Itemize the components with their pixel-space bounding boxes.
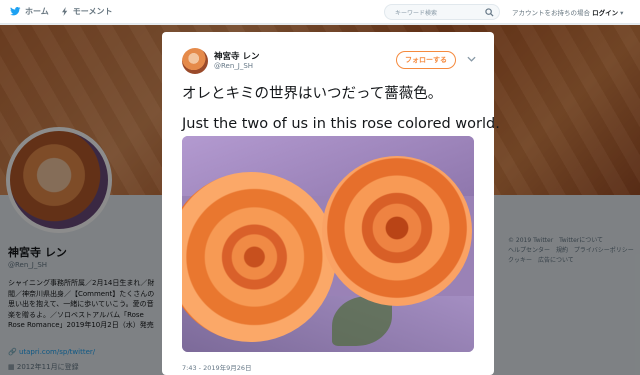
top-nav: ホーム モーメント キーワード検索 アカウントをお持ちの場合 ログイン ▾	[0, 0, 640, 24]
nav-moments-label: モーメント	[72, 7, 113, 16]
caret-down-icon[interactable]: ▾	[620, 9, 623, 17]
chevron-down-icon[interactable]	[467, 56, 476, 62]
bird-icon	[10, 7, 21, 16]
tweet-author-handle[interactable]: @Ren_J_SH	[214, 62, 253, 70]
tweet-text-english: Just the two of us in this rose colored …	[182, 116, 500, 132]
lightning-icon	[61, 7, 68, 16]
tweet-modal: 神宮寺 レン @Ren_J_SH フォローする オレとキミの世界はいつだって薔薇…	[162, 32, 500, 375]
login-area: アカウントをお持ちの場合 ログイン ▾	[512, 7, 623, 17]
tweet-avatar[interactable]	[182, 48, 208, 74]
account-prompt: アカウントをお持ちの場合	[512, 9, 590, 17]
nav-home[interactable]: ホーム	[4, 0, 55, 24]
search-placeholder: キーワード検索	[395, 10, 438, 17]
nav-home-label: ホーム	[25, 7, 49, 16]
tweet-author-name[interactable]: 神宮寺 レン	[214, 50, 259, 62]
tweet-text-japanese: オレとキミの世界はいつだって薔薇色。	[182, 86, 443, 102]
search-input[interactable]: キーワード検索	[384, 4, 500, 20]
search-icon[interactable]	[485, 8, 494, 17]
follow-button[interactable]: フォローする	[396, 51, 456, 69]
tweet-timestamp[interactable]: 7:43 - 2019年9月26日	[182, 362, 252, 372]
nav-moments[interactable]: モーメント	[55, 0, 119, 24]
login-link[interactable]: ログイン	[592, 9, 618, 17]
tweet-photo[interactable]	[182, 136, 474, 352]
rose-right	[322, 156, 472, 306]
